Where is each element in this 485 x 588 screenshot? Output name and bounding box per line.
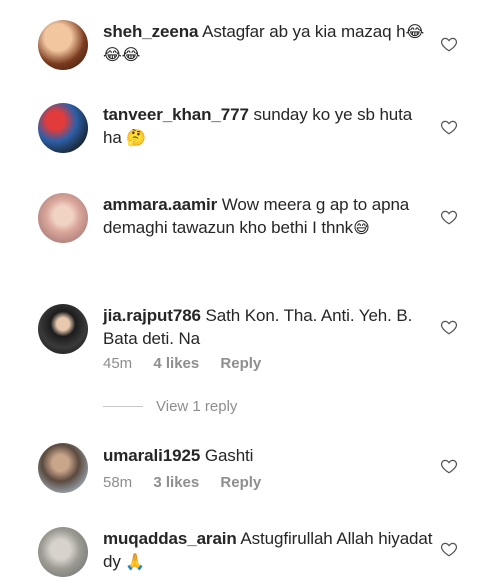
comment-text: jia.rajput786 Sath Kon. Tha. Anti. Yeh. … (103, 304, 433, 350)
comment-text: muqaddas_arain Astugfirullah Allah hiyad… (103, 527, 433, 573)
view-replies-button[interactable]: View 1 reply (103, 398, 237, 415)
comment-text: tanveer_khan_777 sunday ko ye sb huta ha… (103, 103, 433, 149)
comment-meta: 45m 4 likes Reply (103, 355, 261, 372)
likes-count[interactable]: 3 likes (153, 474, 199, 491)
heart-icon[interactable] (440, 35, 458, 53)
comment-text: sheh_zeena Astagfar ab ya kia mazaq h😂😂😂 (103, 20, 433, 66)
comment-body: Gashti (204, 446, 254, 465)
comment-username[interactable]: jia.rajput786 (103, 306, 201, 325)
comment-username[interactable]: muqaddas_arain (103, 529, 237, 548)
comment-emoji: 😅 (353, 218, 370, 237)
comment-username[interactable]: ammara.aamir (103, 195, 217, 214)
heart-icon[interactable] (440, 318, 458, 336)
comment-meta: 58m 3 likes Reply (103, 474, 261, 491)
comment-username[interactable]: umarali1925 (103, 446, 200, 465)
view-replies-label: View 1 reply (156, 398, 238, 415)
avatar[interactable] (38, 20, 88, 70)
reply-button[interactable]: Reply (220, 474, 261, 491)
heart-icon[interactable] (440, 208, 458, 226)
comment-time: 58m (103, 474, 133, 491)
reply-button[interactable]: Reply (220, 355, 261, 372)
divider-line (103, 406, 143, 407)
avatar[interactable] (38, 193, 88, 243)
heart-icon[interactable] (440, 457, 458, 475)
comment-username[interactable]: tanveer_khan_777 (103, 105, 249, 124)
avatar[interactable] (38, 103, 88, 153)
avatar[interactable] (38, 304, 88, 354)
comment-emoji: 🙏 (125, 552, 146, 571)
comment-text: umarali1925 Gashti (103, 444, 433, 467)
avatar[interactable] (38, 443, 88, 493)
comment-text: ammara.aamir Wow meera g ap to apna dema… (103, 193, 433, 239)
likes-count[interactable]: 4 likes (153, 355, 199, 372)
comment-time: 45m (103, 355, 133, 372)
heart-icon[interactable] (440, 118, 458, 136)
comment-body: Astagfar ab ya kia mazaq h (202, 22, 406, 41)
avatar[interactable] (38, 527, 88, 577)
comment-emoji: 🤔 (126, 128, 147, 147)
comment-username[interactable]: sheh_zeena (103, 22, 198, 41)
heart-icon[interactable] (440, 540, 458, 558)
